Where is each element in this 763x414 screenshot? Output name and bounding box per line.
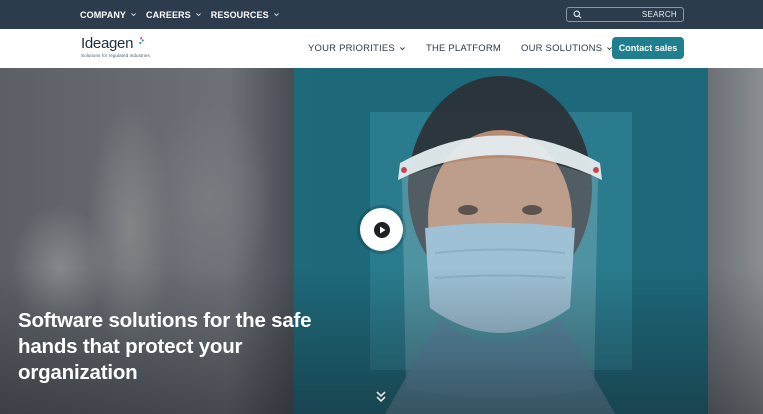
- hero-headline: Software solutions for the safe hands th…: [18, 308, 378, 386]
- search-icon: [573, 10, 582, 19]
- top-nav-company-label: COMPANY: [80, 9, 127, 20]
- top-utility-bar: COMPANY CAREERS RESOURCES SEARCH: [0, 0, 763, 29]
- search-label: SEARCH: [641, 10, 677, 19]
- nav-the-platform[interactable]: THE PLATFORM: [426, 43, 501, 54]
- hero-section: Software solutions for the safe hands th…: [0, 68, 763, 414]
- logo[interactable]: Ideagen Solutions for regulated industri…: [81, 35, 150, 58]
- hero-headline-line-1: Software solutions for the safe: [18, 309, 312, 332]
- chevron-down-icon: [195, 13, 201, 17]
- contact-sales-button[interactable]: Contact sales: [612, 37, 684, 59]
- main-nav: YOUR PRIORITIES THE PLATFORM OUR SOLUTIO…: [308, 29, 633, 68]
- logo-spark-icon: [139, 36, 145, 45]
- top-nav-careers-label: CAREERS: [146, 9, 191, 20]
- top-nav-company[interactable]: COMPANY: [80, 10, 137, 20]
- top-nav: COMPANY CAREERS RESOURCES: [80, 0, 280, 29]
- main-header: Ideagen Solutions for regulated industri…: [0, 29, 763, 68]
- chevron-down-icon: [399, 47, 405, 51]
- nav-our-solutions[interactable]: OUR SOLUTIONS: [521, 43, 613, 54]
- play-video-button[interactable]: [360, 208, 403, 251]
- nav-the-platform-label: THE PLATFORM: [425, 43, 501, 54]
- search-box[interactable]: SEARCH: [566, 7, 684, 22]
- top-nav-resources-label: RESOURCES: [210, 9, 269, 20]
- top-nav-resources[interactable]: RESOURCES: [211, 10, 280, 20]
- nav-your-priorities-label: YOUR PRIORITIES: [308, 43, 395, 54]
- nav-our-solutions-label: OUR SOLUTIONS: [521, 43, 603, 54]
- hero-headline-line-2: hands that protect your: [18, 335, 243, 358]
- logo-tagline: Solutions for regulated industries: [81, 53, 150, 58]
- nav-your-priorities[interactable]: YOUR PRIORITIES: [308, 43, 406, 54]
- chevron-down-icon: [131, 13, 136, 17]
- hero-headline-line-3: organization: [18, 361, 138, 384]
- chevron-down-icon: [273, 13, 279, 17]
- top-nav-careers[interactable]: CAREERS: [146, 10, 202, 20]
- chevron-double-down-icon[interactable]: [375, 390, 387, 404]
- play-icon: [373, 221, 390, 238]
